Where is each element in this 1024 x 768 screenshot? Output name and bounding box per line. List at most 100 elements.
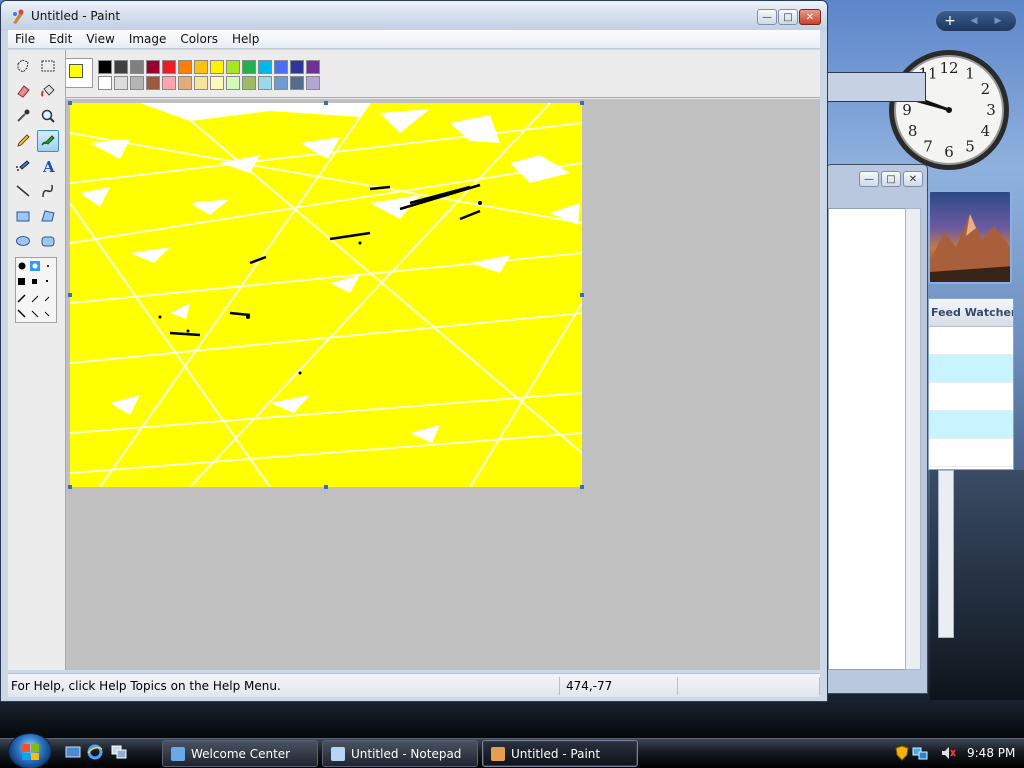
color-swatch[interactable]	[290, 60, 304, 74]
color-swatch[interactable]	[226, 76, 240, 90]
tool-magnifier[interactable]	[37, 105, 59, 127]
start-button[interactable]	[8, 733, 52, 768]
notepad-maximize-button[interactable]: □	[881, 171, 901, 187]
color-swatch[interactable]	[226, 60, 240, 74]
menu-help[interactable]: Help	[225, 30, 266, 48]
taskbar-button-notepad[interactable]: Untitled - Notepad	[322, 740, 478, 767]
menu-image[interactable]: Image	[122, 30, 174, 48]
foreground-color[interactable]	[69, 64, 83, 78]
next-gadget-button[interactable]: ▶	[990, 11, 1006, 31]
drawing-canvas[interactable]	[70, 103, 582, 487]
color-swatch[interactable]	[274, 60, 288, 74]
taskbar-button-welcome-center[interactable]: Welcome Center	[162, 740, 318, 767]
internet-explorer-icon[interactable]	[86, 743, 104, 761]
color-swatch[interactable]	[210, 76, 224, 90]
feed-row[interactable]	[929, 355, 1013, 383]
title-bar[interactable]: Untitled - Paint — □ ✕	[1, 1, 827, 31]
menu-bar: File Edit View Image Colors Help	[8, 30, 820, 49]
notepad-text-area[interactable]	[828, 208, 906, 670]
menu-view[interactable]: View	[79, 30, 121, 48]
resize-handle[interactable]	[580, 293, 584, 297]
color-swatch[interactable]	[242, 76, 256, 90]
color-swatch[interactable]	[290, 76, 304, 90]
color-swatch[interactable]	[130, 76, 144, 90]
security-shield-icon[interactable]	[894, 745, 910, 761]
color-swatch[interactable]	[306, 76, 320, 90]
tool-text[interactable]: A	[37, 155, 59, 177]
background-scrollbar[interactable]	[938, 470, 954, 638]
tool-rounded-rect[interactable]	[37, 230, 59, 252]
show-desktop-icon[interactable]	[64, 743, 82, 761]
color-swatch[interactable]	[210, 60, 224, 74]
tool-line[interactable]	[12, 180, 34, 202]
feed-row[interactable]	[929, 327, 1013, 355]
feed-row[interactable]	[929, 439, 1013, 467]
menu-colors[interactable]: Colors	[173, 30, 225, 48]
color-swatch[interactable]	[162, 76, 176, 90]
notepad-close-button[interactable]: ✕	[903, 171, 923, 187]
volume-muted-icon[interactable]	[940, 745, 956, 761]
resize-handle[interactable]	[324, 485, 328, 489]
resize-handle[interactable]	[324, 101, 328, 105]
tool-ellipse[interactable]	[12, 230, 34, 252]
color-swatch[interactable]	[274, 76, 288, 90]
color-swatch[interactable]	[146, 76, 160, 90]
color-swatch[interactable]	[146, 60, 160, 74]
current-colors[interactable]	[65, 58, 93, 88]
color-swatch[interactable]	[114, 60, 128, 74]
tool-pencil[interactable]	[12, 130, 34, 152]
tool-rect-select[interactable]	[37, 55, 59, 77]
color-swatch[interactable]	[98, 76, 112, 90]
tool-eraser[interactable]	[12, 80, 34, 102]
tool-polygon[interactable]	[37, 205, 59, 227]
color-swatch[interactable]	[178, 60, 192, 74]
clock-gadget[interactable]: 121234567891011	[887, 48, 1011, 172]
switch-windows-icon[interactable]	[110, 743, 128, 761]
color-swatch[interactable]	[258, 76, 272, 90]
feed-row[interactable]	[929, 411, 1013, 439]
eraser-icon	[17, 85, 30, 98]
color-swatch[interactable]	[114, 76, 128, 90]
minimize-button[interactable]: —	[757, 9, 777, 25]
taskbar-button-paint[interactable]: Untitled - Paint	[482, 740, 638, 767]
color-palette	[8, 50, 820, 98]
window-title: Untitled - Paint	[31, 9, 121, 23]
close-button[interactable]: ✕	[799, 9, 821, 25]
notepad-minimize-button[interactable]: —	[859, 171, 879, 187]
tool-brush[interactable]	[37, 130, 59, 152]
add-gadget-button[interactable]: +	[942, 11, 958, 31]
notepad-caption-buttons: — □ ✕	[859, 171, 923, 187]
resize-handle[interactable]	[68, 293, 72, 297]
color-swatch[interactable]	[258, 60, 272, 74]
menu-file[interactable]: File	[8, 30, 42, 48]
prev-gadget-button[interactable]: ◀	[966, 11, 982, 31]
resize-handle[interactable]	[580, 101, 584, 105]
taskbar-clock[interactable]: 9:48 PM	[967, 746, 1015, 760]
color-swatch[interactable]	[306, 60, 320, 74]
resize-handle[interactable]	[68, 101, 72, 105]
color-swatch[interactable]	[98, 60, 112, 74]
canvas-scroll-area[interactable]	[66, 99, 820, 670]
slideshow-gadget[interactable]	[928, 190, 1012, 284]
color-swatch[interactable]	[242, 60, 256, 74]
tool-rectangle[interactable]	[12, 205, 34, 227]
menu-edit[interactable]: Edit	[42, 30, 79, 48]
brush-options[interactable]	[15, 257, 57, 323]
tool-free-select[interactable]	[12, 55, 34, 77]
resize-handle[interactable]	[68, 485, 72, 489]
notepad-scrollbar[interactable]	[905, 208, 921, 670]
color-swatch[interactable]	[194, 76, 208, 90]
color-swatch[interactable]	[130, 60, 144, 74]
tool-color-picker[interactable]	[12, 105, 34, 127]
color-swatch[interactable]	[162, 60, 176, 74]
network-icon[interactable]	[912, 745, 928, 761]
tool-fill-bucket[interactable]	[37, 80, 59, 102]
maximize-button[interactable]: □	[778, 9, 798, 25]
color-swatch[interactable]	[194, 60, 208, 74]
tool-curve[interactable]	[37, 180, 59, 202]
tool-airbrush[interactable]	[12, 155, 34, 177]
brush-shapes	[17, 261, 50, 318]
color-swatch[interactable]	[178, 76, 192, 90]
feed-row[interactable]	[929, 383, 1013, 411]
resize-handle[interactable]	[580, 485, 584, 489]
